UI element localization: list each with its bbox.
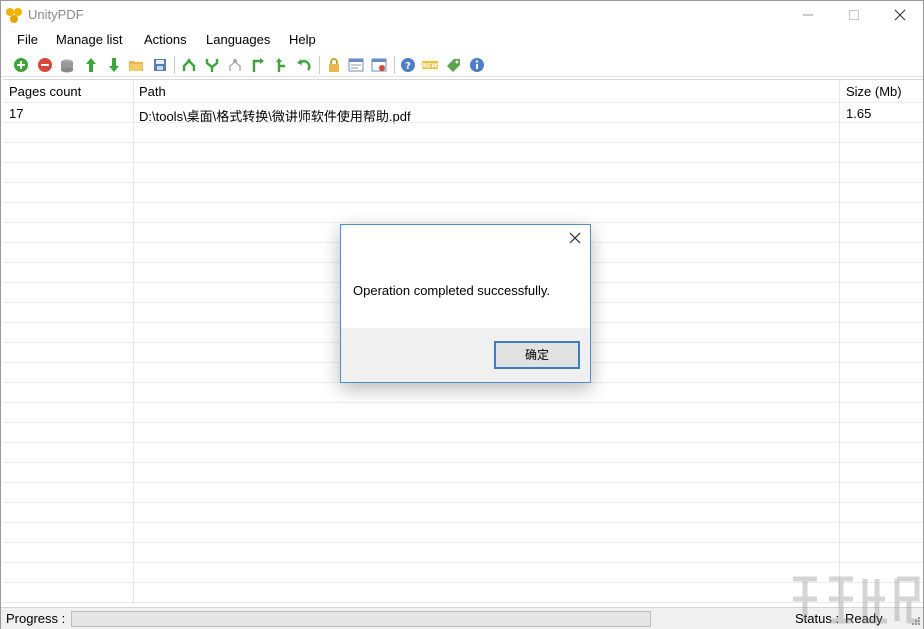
watermark-logo: [793, 576, 920, 624]
tag-icon[interactable]: [446, 57, 462, 73]
grid-row-line: [3, 522, 923, 523]
column-header-pages-count[interactable]: Pages count: [9, 84, 81, 99]
menu-bar: File Manage list Actions Languages Help: [1, 29, 923, 51]
toolbar-separator: [394, 56, 395, 74]
menu-manage-list[interactable]: Manage list: [56, 32, 122, 47]
rotate-right-icon[interactable]: [250, 57, 266, 73]
grid-column-line: [133, 80, 134, 605]
ok-button[interactable]: 确定: [494, 341, 580, 369]
menu-file[interactable]: File: [17, 32, 38, 47]
grid-row-line: [3, 202, 923, 203]
grid-row-line: [3, 222, 923, 223]
grid-row-line: [3, 462, 923, 463]
progress-bar: [71, 611, 651, 627]
rotate-left-icon[interactable]: [273, 57, 289, 73]
add-icon[interactable]: [13, 57, 29, 73]
maximize-button[interactable]: [831, 1, 877, 29]
move-up-icon[interactable]: [83, 57, 99, 73]
dialog-close-icon[interactable]: [567, 230, 583, 246]
info-icon[interactable]: [469, 57, 485, 73]
menu-languages[interactable]: Languages: [206, 32, 270, 47]
grid-row-line: [3, 482, 923, 483]
title-bar[interactable]: UnityPDF: [1, 1, 923, 29]
toolbar-separator: [174, 56, 175, 74]
remove-icon[interactable]: [37, 57, 53, 73]
progress-label: Progress :: [6, 611, 66, 626]
lock-icon[interactable]: [326, 57, 342, 73]
minimize-icon: [803, 14, 813, 16]
status-bar: Progress : Status : Ready: [1, 607, 923, 629]
dialog-footer: 确定: [341, 328, 590, 382]
undo-icon[interactable]: [296, 57, 312, 73]
dialog-message: Operation completed successfully.: [353, 283, 551, 298]
svg-text:?: ?: [405, 61, 411, 72]
merge-icon[interactable]: [181, 57, 197, 73]
toolbar-separator: [319, 56, 320, 74]
column-header-path[interactable]: Path: [139, 84, 166, 99]
document-info-icon[interactable]: [348, 57, 364, 73]
app-logo-icon: [6, 8, 22, 23]
grid-row-line: [3, 502, 923, 503]
grid-row-line: [3, 602, 923, 603]
grid-row-line: [3, 102, 923, 103]
grid-row-line: [3, 442, 923, 443]
properties-icon[interactable]: [371, 57, 387, 73]
grid-column-line: [839, 80, 840, 605]
grid-row-line: [3, 182, 923, 183]
help-icon[interactable]: ?: [400, 57, 416, 73]
toolbar: ? NEW: [1, 53, 923, 77]
maximize-icon: [849, 10, 859, 20]
grid-row-line: [3, 422, 923, 423]
grid-row-line: [3, 402, 923, 403]
grid-row-line: [3, 162, 923, 163]
grid-row-line: [3, 562, 923, 563]
save-list-icon[interactable]: [152, 57, 168, 73]
grid-row-line: [3, 582, 923, 583]
cell-size: 1.65: [846, 106, 872, 121]
message-dialog: Operation completed successfully. 确定: [340, 224, 591, 383]
grid-row-line: [3, 142, 923, 143]
window-close-button[interactable]: [877, 1, 923, 29]
move-down-icon[interactable]: [106, 57, 122, 73]
menu-actions[interactable]: Actions: [144, 32, 187, 47]
split-icon[interactable]: [204, 57, 220, 73]
grid-row-line: [3, 122, 923, 123]
grid-row-line: [3, 542, 923, 543]
window-title: UnityPDF: [28, 7, 84, 22]
extract-icon[interactable]: [227, 57, 243, 73]
close-icon: [894, 9, 906, 21]
cell-pages-count: 17: [9, 106, 24, 121]
svg-text:NEW: NEW: [422, 63, 438, 70]
menu-help[interactable]: Help: [289, 32, 316, 47]
minimize-button[interactable]: [785, 1, 831, 29]
open-folder-icon[interactable]: [128, 57, 144, 73]
clear-icon[interactable]: [59, 57, 75, 73]
new-icon[interactable]: NEW: [422, 57, 438, 73]
column-header-size[interactable]: Size (Mb): [846, 84, 902, 99]
